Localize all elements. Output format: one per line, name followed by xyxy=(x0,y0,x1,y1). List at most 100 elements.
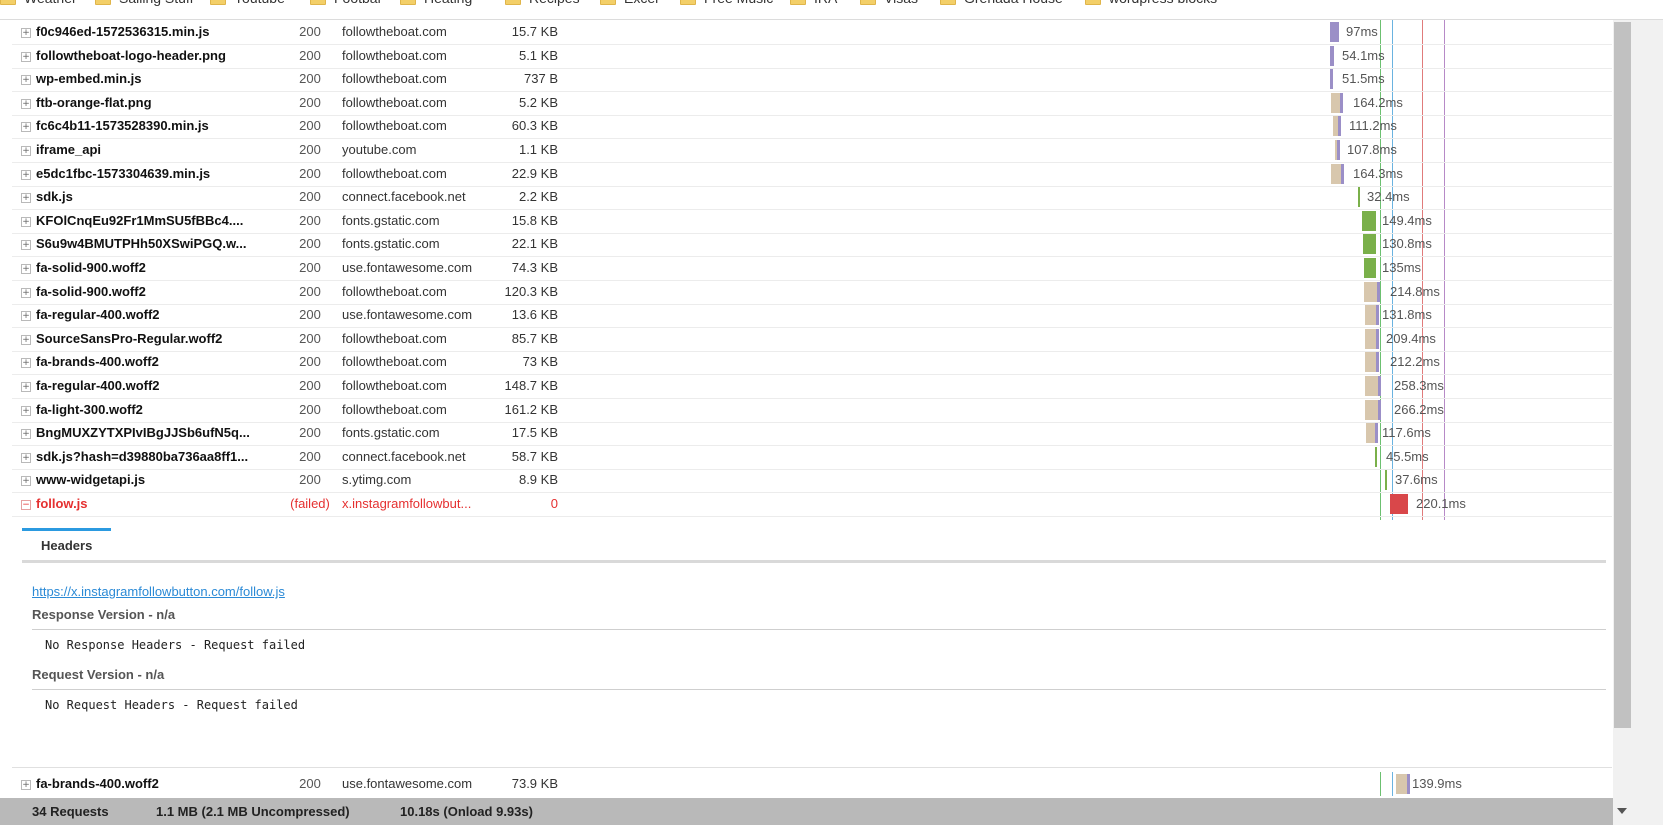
request-name: sdk.js xyxy=(36,189,73,205)
summary-footer: 34 Requests 1.1 MB (2.1 MB Uncompressed)… xyxy=(0,798,1613,825)
request-name: fc6c4b11-1573528390.min.js xyxy=(36,118,209,134)
request-size: 74.3 KB xyxy=(511,260,558,275)
request-row[interactable]: + wp-embed.min.js 200 followtheboat.com 737 … xyxy=(12,67,1612,93)
expand-icon[interactable]: + xyxy=(21,311,31,322)
request-row[interactable]: + KFOlCnqEu92Fr1MmSU5fBBc4.... 200 fonts.gs… xyxy=(12,209,1612,234)
request-row[interactable]: + fc6c4b11-1573528390.min.js 200 followtheb… xyxy=(12,114,1612,140)
request-row[interactable]: + S6u9w4BMUTPHh50XSwiPGQ.w... 200 fonts.gst… xyxy=(12,232,1612,258)
bookmark-folder[interactable]: Visas xyxy=(860,0,918,10)
scroll-down-icon[interactable] xyxy=(1617,808,1627,814)
request-time: 164.3ms xyxy=(1353,165,1403,181)
request-row[interactable]: + sdk.js 200 connect.facebook.net 2.2 KB 32.4… xyxy=(12,185,1612,211)
request-row[interactable]: + www-widgetapi.js 200 s.ytimg.com 8.9 KB 37.… xyxy=(12,468,1612,494)
folder-icon xyxy=(505,0,521,5)
request-time: 209.4ms xyxy=(1386,330,1436,346)
bookmark-folder[interactable]: IRA xyxy=(790,0,837,10)
bookmark-folder[interactable]: Sailing Stuff xyxy=(95,0,193,10)
expand-icon[interactable]: + xyxy=(21,287,31,298)
request-time: 131.8ms xyxy=(1382,307,1432,323)
request-row[interactable]: + iframe_api 200 youtube.com 1.1 KB 107.8ms xyxy=(12,138,1612,163)
expand-icon[interactable]: + xyxy=(21,122,31,133)
expand-icon[interactable]: + xyxy=(21,334,31,345)
request-name: f0c946ed-1572536315.min.js xyxy=(36,24,210,39)
expand-icon[interactable]: + xyxy=(21,51,31,62)
request-row[interactable]: + ftb-orange-flat.png 200 followtheboat.com… xyxy=(12,91,1612,116)
request-size: 0 xyxy=(550,496,558,511)
request-size: 148.7 KB xyxy=(504,378,559,393)
request-domain: youtube.com xyxy=(342,142,417,157)
request-status: 200 xyxy=(299,71,321,87)
folder-icon xyxy=(860,0,876,5)
request-time: 107.8ms xyxy=(1347,142,1397,157)
request-time: 266.2ms xyxy=(1394,401,1444,417)
request-name: S6u9w4BMUTPHh50XSwiPGQ.w... xyxy=(36,236,247,252)
request-domain: fonts.gstatic.com xyxy=(342,212,440,228)
request-size: 161.2 KB xyxy=(504,401,559,417)
request-row[interactable]: + fa-regular-400.woff2 200 followtheboat.co… xyxy=(12,374,1612,399)
bookmark-folder[interactable]: wordpress blocks xyxy=(1085,0,1217,10)
request-domain: use.fontawesome.com xyxy=(342,260,473,275)
expand-icon[interactable]: + xyxy=(21,240,31,251)
request-row[interactable]: + fa-solid-900.woff2 200 use.fontawesome.co… xyxy=(12,256,1612,281)
bookmark-folder[interactable]: Excel xyxy=(600,0,658,10)
request-time: 220.1ms xyxy=(1416,496,1466,511)
expand-icon[interactable]: + xyxy=(21,476,31,487)
request-size: 120.3 KB xyxy=(504,283,559,299)
request-domain: followtheboat.com xyxy=(342,94,447,110)
request-size: 85.7 KB xyxy=(511,330,558,346)
collapse-icon[interactable]: − xyxy=(21,500,31,510)
response-headers-text: No Response Headers - Request failed xyxy=(45,638,306,652)
expand-icon[interactable]: + xyxy=(21,405,31,416)
bookmark-folder[interactable]: Recipes xyxy=(505,0,580,10)
bookmark-folder[interactable]: Free Music xyxy=(680,0,773,10)
request-url-link[interactable]: https://x.instagramfollowbutton.com/foll… xyxy=(32,584,285,599)
request-row[interactable]: + fa-light-300.woff2 200 followtheboat.com 1… xyxy=(12,398,1612,423)
expand-icon[interactable]: + xyxy=(21,429,31,440)
expand-icon[interactable]: + xyxy=(21,28,31,38)
request-headers-text: No Request Headers - Request failed xyxy=(45,698,298,712)
request-size: 5.1 KB xyxy=(518,47,558,63)
dom-interactive-line xyxy=(1392,772,1393,796)
expand-icon[interactable]: + xyxy=(21,193,31,204)
expand-icon[interactable]: + xyxy=(21,75,31,86)
expand-icon[interactable]: + xyxy=(21,452,31,463)
request-name: fa-brands-400.woff2 xyxy=(36,776,159,791)
request-name: SourceSansPro-Regular.woff2 xyxy=(36,330,223,346)
bookmark-label: Weather xyxy=(24,0,77,6)
request-row[interactable]: + sdk.js?hash=d39880ba736aa8ff1... 200 conn… xyxy=(12,445,1612,470)
request-row[interactable]: + e5dc1fbc-1573304639.min.js 200 followtheb… xyxy=(12,162,1612,187)
request-row[interactable]: + fa-brands-400.woff2 200 followtheboat.com… xyxy=(12,350,1612,376)
request-row[interactable]: + followtheboat-logo-header.png 200 followt… xyxy=(12,44,1612,69)
bookmark-folder[interactable]: Youtube xyxy=(210,0,285,10)
request-domain: followtheboat.com xyxy=(342,401,447,417)
request-status: 200 xyxy=(299,354,321,370)
request-row[interactable]: + BngMUXZYTXPIvIBgJJSb6ufN5q... 200 fonts.g… xyxy=(12,421,1612,447)
expand-icon[interactable]: + xyxy=(21,780,31,790)
expand-icon[interactable]: + xyxy=(21,358,31,369)
request-status: 200 xyxy=(299,307,321,323)
expand-icon[interactable]: + xyxy=(21,264,31,274)
expand-icon[interactable]: + xyxy=(21,169,31,180)
request-size: 1.1 KB xyxy=(518,142,558,157)
request-row[interactable]: + f0c946ed-1572536315.min.js 200 followtheb… xyxy=(12,20,1612,45)
expand-icon[interactable]: + xyxy=(21,382,31,392)
tab-headers[interactable]: Headers xyxy=(22,528,112,561)
request-row[interactable]: + fa-solid-900.woff2 200 followtheboat.com 1… xyxy=(12,280,1612,305)
request-name: fa-light-300.woff2 xyxy=(36,401,143,417)
request-row[interactable]: + fa-regular-400.woff2 200 use.fontawesome.… xyxy=(12,303,1612,329)
request-row[interactable]: + SourceSansPro-Regular.woff2 200 followthe… xyxy=(12,327,1612,352)
scrollbar-thumb[interactable] xyxy=(1614,22,1631,728)
expand-icon[interactable]: + xyxy=(21,216,31,227)
bookmark-label: Free Music xyxy=(704,0,773,6)
bookmark-folder[interactable]: Heating xyxy=(400,0,472,10)
request-domain: use.fontawesome.com xyxy=(342,776,473,791)
bookmark-folder[interactable]: Footbal xyxy=(310,0,381,10)
bookmark-folder[interactable]: Grenada House xyxy=(940,0,1063,10)
expand-icon[interactable]: + xyxy=(21,146,31,156)
request-domain: use.fontawesome.com xyxy=(342,307,473,323)
expand-icon[interactable]: + xyxy=(21,98,31,109)
bookmark-folder[interactable]: Weather xyxy=(0,0,77,10)
request-row[interactable]: + fa-brands-400.woff2 200 use.fontawesom… xyxy=(12,772,1612,796)
folder-icon xyxy=(0,0,16,5)
request-row[interactable]: − follow.js (failed) x.instagramfollowbut..… xyxy=(12,492,1612,517)
